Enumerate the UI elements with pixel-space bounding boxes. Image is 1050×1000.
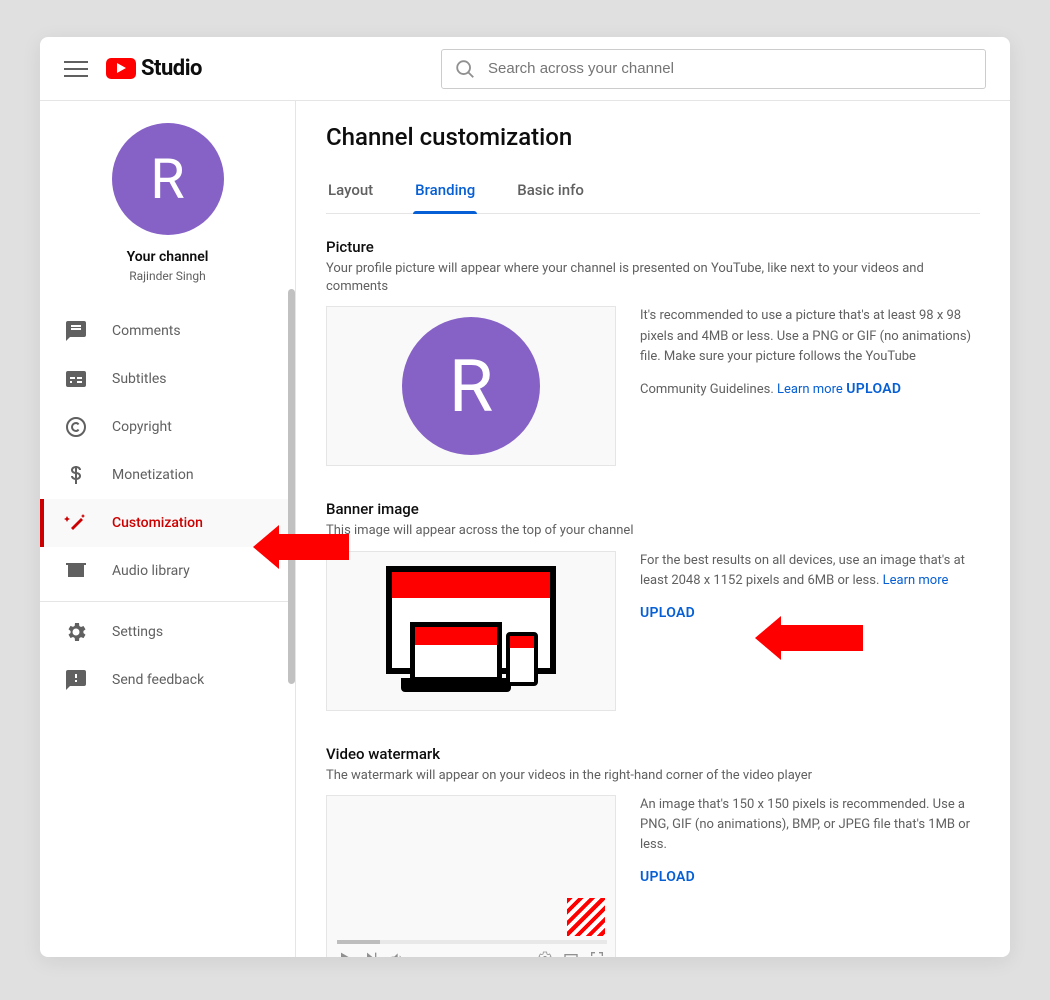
watermark-placeholder <box>567 898 605 936</box>
picture-preview: R <box>326 306 616 466</box>
theater-icon <box>563 950 579 957</box>
app-frame: Studio R Your channel Rajinder Singh <box>40 37 1010 957</box>
picture-avatar: R <box>402 317 540 455</box>
section-title: Banner image <box>326 500 980 518</box>
next-icon <box>363 950 379 957</box>
page-title: Channel customization <box>326 123 980 151</box>
search-icon <box>454 58 476 80</box>
gear-icon <box>64 620 88 644</box>
picture-info: It's recommended to use a picture that's… <box>640 308 971 396</box>
dollar-icon <box>64 463 88 487</box>
tab-branding[interactable]: Branding <box>413 173 477 213</box>
watermark-preview <box>326 795 616 957</box>
sidebar-item-label: Send feedback <box>112 672 204 688</box>
sidebar-item-label: Monetization <box>112 467 194 483</box>
youtube-icon <box>106 58 136 79</box>
subtitles-icon <box>64 367 88 391</box>
play-icon <box>337 950 353 957</box>
search-box[interactable] <box>441 49 986 89</box>
sidebar-item-label: Subtitles <box>112 371 167 387</box>
magic-wand-icon <box>64 511 88 535</box>
sidebar-item-customization[interactable]: Customization <box>40 499 295 547</box>
sidebar-scrollbar[interactable] <box>288 289 295 684</box>
fullscreen-icon <box>589 950 605 957</box>
audio-library-icon <box>64 559 88 583</box>
sidebar-item-subtitles[interactable]: Subtitles <box>40 355 295 403</box>
section-title: Video watermark <box>326 745 980 763</box>
section-banner: Banner image This image will appear acro… <box>326 500 980 710</box>
studio-label: Studio <box>141 56 202 81</box>
sidebar-item-label: Customization <box>112 515 203 531</box>
sidebar-item-settings[interactable]: Settings <box>40 608 295 656</box>
section-title: Picture <box>326 238 980 256</box>
tab-basic-info[interactable]: Basic info <box>515 173 586 213</box>
banner-info: For the best results on all devices, use… <box>640 553 965 588</box>
your-channel-label: Your channel <box>56 249 279 265</box>
section-desc: This image will appear across the top of… <box>326 522 980 540</box>
tab-layout[interactable]: Layout <box>326 173 375 213</box>
devices-illustration <box>386 566 556 696</box>
channel-name: Rajinder Singh <box>56 269 279 283</box>
sidebar-item-label: Settings <box>112 624 163 640</box>
channel-header: R Your channel Rajinder Singh <box>40 101 295 301</box>
section-desc: Your profile picture will appear where y… <box>326 260 980 296</box>
channel-avatar[interactable]: R <box>112 123 224 235</box>
picture-upload-button[interactable]: UPLOAD <box>846 381 901 397</box>
tabs: Layout Branding Basic info <box>326 173 980 214</box>
sidebar-item-label: Audio library <box>112 563 190 579</box>
banner-learn-more-link[interactable]: Learn more <box>883 573 949 588</box>
menu-icon[interactable] <box>64 57 88 81</box>
video-progress <box>337 940 607 944</box>
comments-icon <box>64 319 88 343</box>
section-watermark: Video watermark The watermark will appea… <box>326 745 980 957</box>
volume-icon <box>389 950 405 957</box>
banner-upload-button[interactable]: UPLOAD <box>640 605 695 621</box>
sidebar-item-feedback[interactable]: Send feedback <box>40 656 295 704</box>
banner-preview <box>326 551 616 711</box>
section-desc: The watermark will appear on your videos… <box>326 767 980 785</box>
settings-icon <box>537 950 553 957</box>
copyright-icon <box>64 415 88 439</box>
watermark-upload-button[interactable]: UPLOAD <box>640 869 695 885</box>
sidebar-item-monetization[interactable]: Monetization <box>40 451 295 499</box>
sidebar-item-label: Comments <box>112 323 181 339</box>
sidebar-item-audio-library[interactable]: Audio library <box>40 547 295 595</box>
section-picture: Picture Your profile picture will appear… <box>326 238 980 466</box>
main-content: Channel customization Layout Branding Ba… <box>296 101 1010 957</box>
search-input[interactable] <box>488 60 973 77</box>
sidebar-item-copyright[interactable]: Copyright <box>40 403 295 451</box>
sidebar-item-comments[interactable]: Comments <box>40 307 295 355</box>
sidebar: R Your channel Rajinder Singh Comments S… <box>40 101 296 957</box>
youtube-studio-logo[interactable]: Studio <box>106 56 202 81</box>
sidebar-item-label: Copyright <box>112 419 172 435</box>
topbar: Studio <box>40 37 1010 101</box>
picture-learn-more-link[interactable]: Learn more <box>777 382 843 397</box>
watermark-info: An image that's 150 x 150 pixels is reco… <box>640 795 980 855</box>
feedback-icon <box>64 668 88 692</box>
